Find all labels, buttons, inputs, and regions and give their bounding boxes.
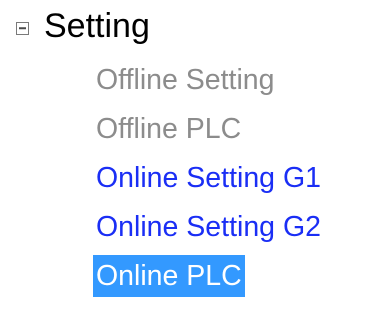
- tree-item-label: Offline PLC: [96, 113, 242, 145]
- tree-item-online-setting-g1[interactable]: Online Setting G1: [93, 154, 324, 203]
- tree-item-offline-plc[interactable]: Offline PLC: [93, 105, 324, 154]
- tree-item-label: Online Setting G1: [96, 162, 321, 194]
- collapse-minus-icon[interactable]: [16, 21, 29, 35]
- settings-tree: Setting Offline Setting Offline PLC Onli…: [0, 0, 380, 324]
- tree-item-label: Online PLC: [93, 255, 245, 297]
- tree-item-online-plc[interactable]: Online PLC: [93, 252, 324, 301]
- tree-item-offline-setting[interactable]: Offline Setting: [93, 56, 324, 105]
- tree-node-label: Setting: [44, 7, 150, 45]
- tree-item-label: Online Setting G2: [96, 211, 321, 243]
- tree-item-label: Offline Setting: [96, 64, 275, 96]
- tree-children: Offline Setting Offline PLC Online Setti…: [93, 56, 324, 301]
- tree-item-online-setting-g2[interactable]: Online Setting G2: [93, 203, 324, 252]
- tree-node-setting[interactable]: Setting: [16, 4, 150, 48]
